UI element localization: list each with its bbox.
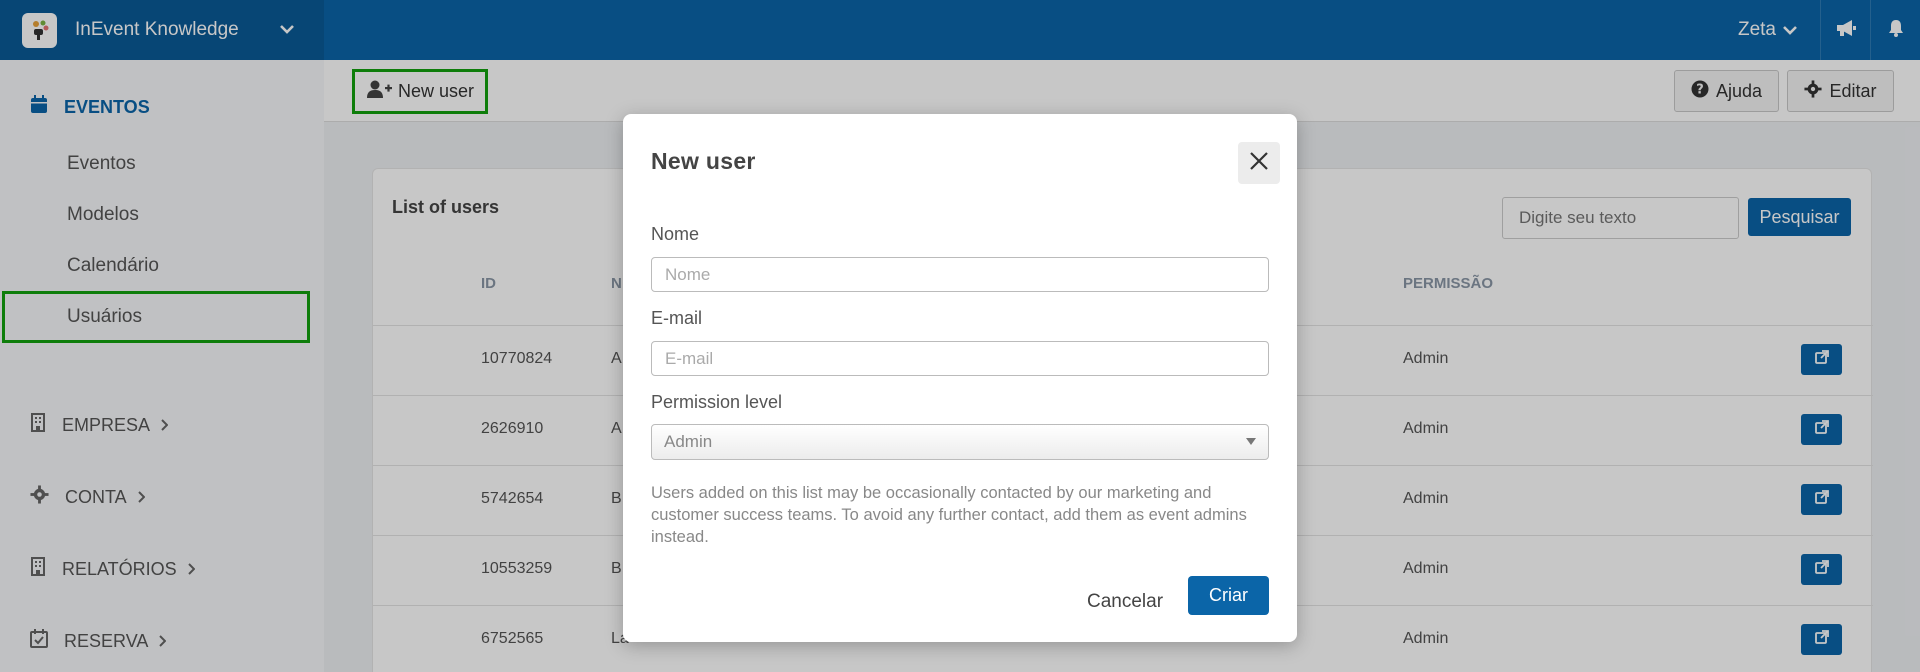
create-button[interactable]: Criar [1188,576,1269,615]
name-input[interactable] [651,257,1269,292]
dialog-title: New user [651,148,756,174]
permission-select[interactable]: Admin [651,424,1269,460]
close-icon [1249,151,1269,176]
caret-down-icon [1246,438,1256,445]
permission-label: Permission level [651,392,783,412]
permission-value: Admin [664,432,713,451]
name-label: Nome [651,224,700,244]
cancel-button[interactable]: Cancelar [1087,584,1163,620]
email-input[interactable] [651,341,1269,376]
dialog-note: Users added on this list may be occasion… [651,484,1247,546]
close-dialog-button[interactable] [1238,142,1280,184]
email-label: E-mail [651,308,703,328]
new-user-dialog: New user Nome E-mail Permission level Ad… [623,114,1297,642]
